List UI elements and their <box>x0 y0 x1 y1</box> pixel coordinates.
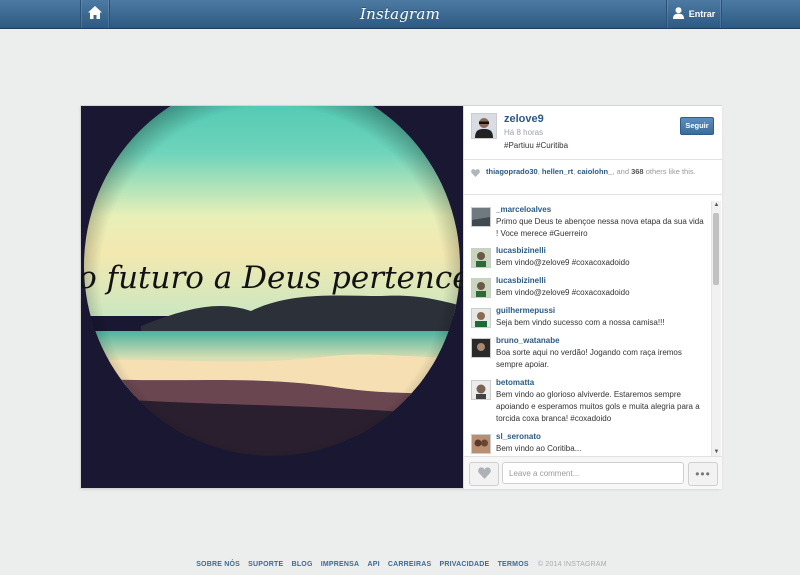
comment-text: Bem vindo@zelove9 #coxacoxadoido <box>496 288 630 297</box>
footer-link-support[interactable]: SUPORTE <box>248 561 283 568</box>
login-button[interactable]: Entrar <box>666 0 722 28</box>
footer-link-api[interactable]: API <box>367 561 379 568</box>
post-photo[interactable]: E o futuro a Deus pertence. <box>81 106 463 488</box>
more-icon: ••• <box>695 467 711 481</box>
scroll-up-icon[interactable]: ▲ <box>712 201 721 210</box>
user-icon <box>672 7 684 21</box>
footer-link-privacy[interactable]: PRIVACIDADE <box>439 561 489 568</box>
post-card: E o futuro a Deus pertence. zelove9 Há 8… <box>81 106 722 489</box>
liker-link[interactable]: hellen_rt <box>542 167 573 176</box>
heart-icon <box>477 466 491 482</box>
divider <box>464 159 722 160</box>
more-button[interactable]: ••• <box>688 462 718 486</box>
footer-link-terms[interactable]: TERMOS <box>498 561 529 568</box>
footer-link-careers[interactable]: CARREIRAS <box>388 561 431 568</box>
avatar[interactable] <box>471 207 491 227</box>
comment-text: Primo que Deus te abençoe nessa nova eta… <box>496 217 704 238</box>
divider <box>464 194 722 195</box>
copyright: © 2014 INSTAGRAM <box>537 561 607 568</box>
owner-username[interactable]: zelove9 <box>504 113 544 125</box>
avatar[interactable] <box>471 338 491 358</box>
liker-link[interactable]: thiagoprado30 <box>486 167 538 176</box>
comment-text: Bem vindo ao glorioso alviverde. Estarem… <box>496 390 700 423</box>
comment-username[interactable]: betomatta <box>496 378 534 387</box>
scroll-thumb[interactable] <box>713 213 719 285</box>
login-label: Entrar <box>688 9 716 19</box>
owner-avatar[interactable] <box>471 113 497 139</box>
likes-summary: thiagoprado30, hellen_rt, caiolohn_, and… <box>471 167 714 177</box>
comment-text: Seja bem vindo sucesso com a nossa camis… <box>496 318 665 327</box>
top-bar: Instagram Entrar <box>0 0 800 29</box>
heart-icon <box>471 169 480 180</box>
comment-input[interactable] <box>502 462 684 484</box>
avatar[interactable] <box>471 380 491 400</box>
post-sidebar: zelove9 Há 8 horas #Partiuu #Curitiba Se… <box>463 106 722 489</box>
likes-suffix: others like this. <box>645 167 696 176</box>
comment-username[interactable]: bruno_watanabe <box>496 336 560 345</box>
avatar[interactable] <box>471 434 491 454</box>
post-time: Há 8 horas <box>504 128 544 137</box>
comment-username[interactable]: lucasbizinelli <box>496 276 546 285</box>
comments-scrollbar[interactable]: ▲ ▼ <box>711 201 721 457</box>
avatar[interactable] <box>471 308 491 328</box>
comment-text: Bem vindo ao Coritiba... <box>496 444 582 453</box>
post-caption: #Partiuu #Curitiba <box>504 141 569 150</box>
comment-username[interactable]: _marceloalves <box>496 205 551 214</box>
avatar[interactable] <box>471 278 491 298</box>
footer-link-about[interactable]: SOBRE NÓS <box>196 561 240 568</box>
likes-count[interactable]: 368 <box>631 167 644 176</box>
comment-username[interactable]: sl_seronato <box>496 432 541 441</box>
comments-list: _marceloalves Primo que Deus te abençoe … <box>464 201 722 457</box>
owner-header: zelove9 Há 8 horas #Partiuu #Curitiba Se… <box>471 113 717 163</box>
comment-username[interactable]: lucasbizinelli <box>496 246 546 255</box>
comment-text: Boa sorte aqui no verdão! Jogando com ra… <box>496 348 682 369</box>
footer-link-press[interactable]: IMPRENSA <box>321 561 360 568</box>
comment-text: Bem vindo@zelove9 #coxacoxadoido <box>496 258 630 267</box>
comment-username[interactable]: guilhermepussi <box>496 306 555 315</box>
likes-and: , and <box>612 167 629 176</box>
photo-overlay-text: E o futuro a Deus pertence. <box>81 260 463 296</box>
liker-link[interactable]: caiolohn_ <box>577 167 612 176</box>
footer: SOBRE NÓS SUPORTE BLOG IMPRENSA API CARR… <box>0 561 800 568</box>
avatar[interactable] <box>471 248 491 268</box>
footer-link-blog[interactable]: BLOG <box>292 561 313 568</box>
comment-bar: ••• <box>464 456 722 489</box>
follow-button[interactable]: Seguir <box>680 117 714 135</box>
like-button[interactable] <box>469 462 499 486</box>
